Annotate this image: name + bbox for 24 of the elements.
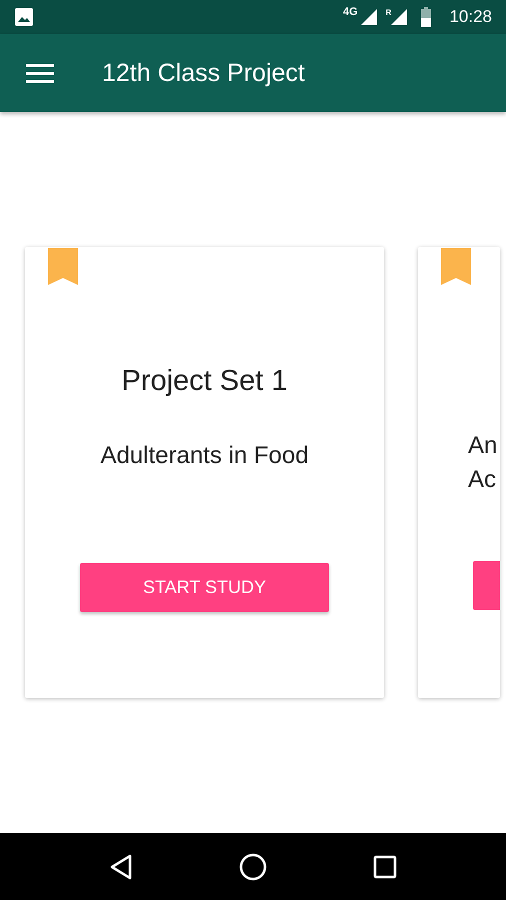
back-button[interactable] <box>109 854 133 880</box>
menu-icon <box>26 63 54 83</box>
start-study-button[interactable]: START STUDY <box>80 563 329 612</box>
start-study-button[interactable] <box>473 561 500 610</box>
app-title: 12th Class Project <box>102 58 305 88</box>
network-type: 4G <box>342 6 358 18</box>
signal-icon <box>360 8 378 26</box>
bookmark-icon <box>48 248 78 285</box>
card-title: Project Set 1 <box>121 365 288 399</box>
roaming-indicator: R <box>386 8 392 17</box>
card-subtitle: Ac <box>468 465 498 495</box>
bookmark-icon <box>441 248 471 285</box>
battery-icon <box>421 7 432 27</box>
back-icon <box>109 854 133 880</box>
menu-button[interactable] <box>26 63 54 83</box>
recents-button[interactable] <box>373 854 397 878</box>
image-icon <box>14 7 34 27</box>
home-icon <box>239 852 267 880</box>
card-subtitle: An <box>468 431 498 461</box>
card-subtitle: Adulterants in Food <box>100 441 309 471</box>
signal-icon <box>391 8 408 26</box>
home-button[interactable] <box>239 852 267 880</box>
recents-icon <box>373 854 397 878</box>
clock-time: 10:28 <box>449 7 492 27</box>
